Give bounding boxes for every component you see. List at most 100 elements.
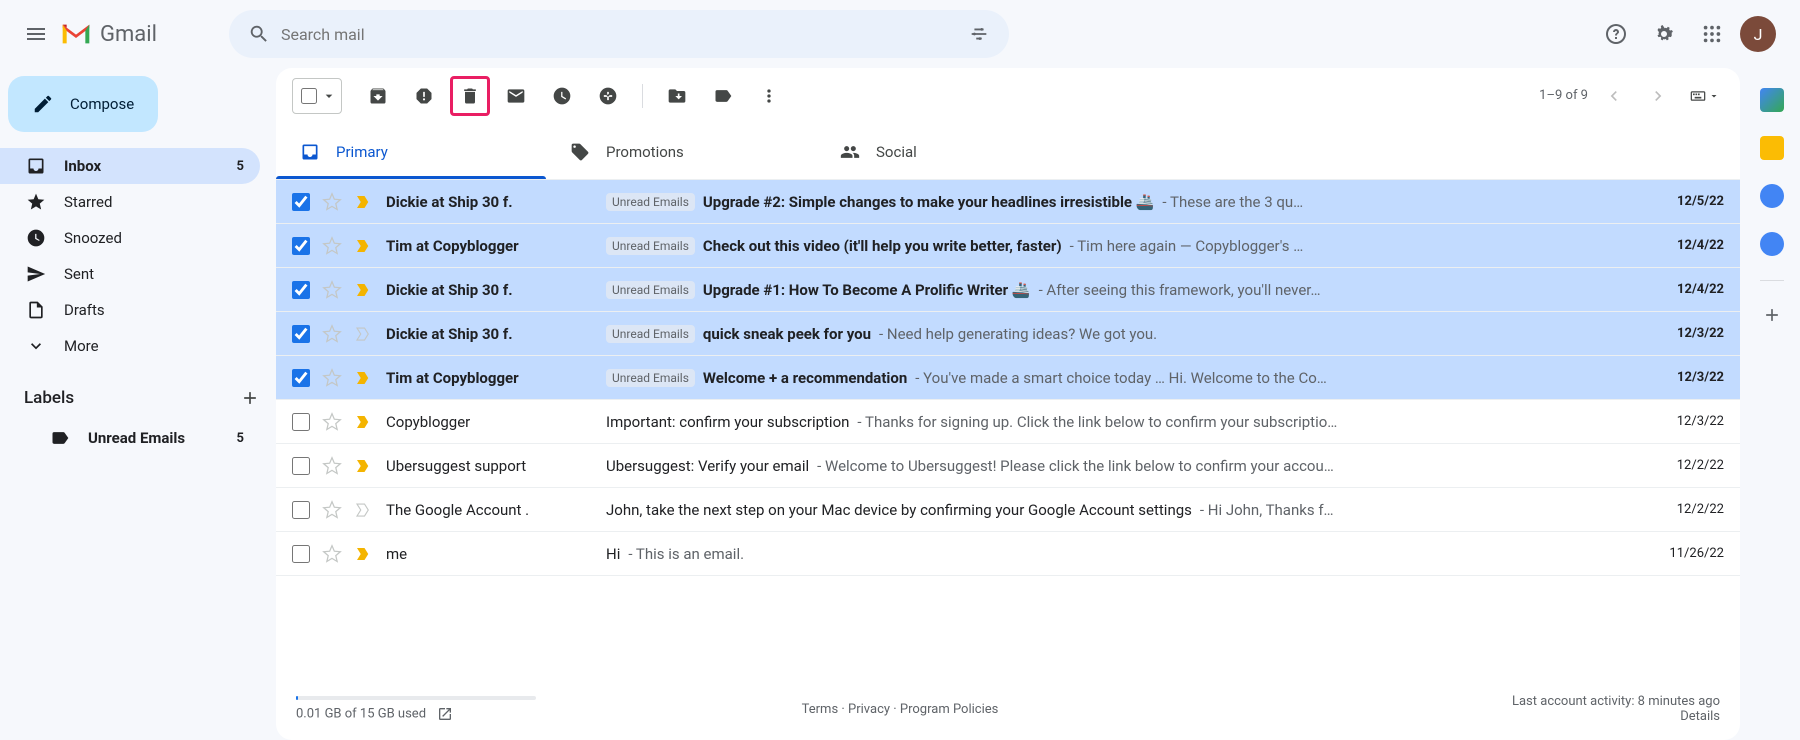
email-row[interactable]: Dickie at Ship 30 f.Unread EmailsUpgrade… [276,268,1740,312]
email-checkbox[interactable] [292,281,310,299]
importance-marker-icon[interactable] [354,413,372,431]
email-date: 12/2/22 [1644,502,1724,517]
email-date: 12/3/22 [1644,414,1724,429]
privacy-link[interactable]: Privacy [848,702,890,717]
email-snippet: - Tim here again — Copyblogger's … [1070,237,1304,255]
email-checkbox[interactable] [292,545,310,563]
email-sender: Dickie at Ship 30 f. [386,281,606,299]
archive-button[interactable] [358,76,398,116]
select-all-input[interactable] [301,88,317,104]
tab-icon [840,142,860,162]
mark-unread-button[interactable] [496,76,536,116]
email-snippet: - This is an email. [628,545,744,563]
importance-marker-icon[interactable] [354,237,372,255]
star-icon[interactable] [322,236,342,256]
snooze-button[interactable] [542,76,582,116]
star-icon[interactable] [322,500,342,520]
importance-marker-icon[interactable] [354,281,372,299]
email-row[interactable]: The Google Account .John, take the next … [276,488,1740,532]
nav-item-snoozed[interactable]: Snoozed [0,220,260,256]
email-row[interactable]: Dickie at Ship 30 f.Unread EmailsUpgrade… [276,180,1740,224]
star-icon[interactable] [322,544,342,564]
tab-social[interactable]: Social [816,124,1086,179]
nav-item-inbox[interactable]: Inbox5 [0,148,260,184]
importance-marker-icon[interactable] [354,501,372,519]
search-icon[interactable] [237,12,281,56]
email-checkbox[interactable] [292,325,310,343]
account-avatar[interactable]: J [1740,16,1776,52]
email-row[interactable]: meHi - This is an email.11/26/22 [276,532,1740,576]
terms-link[interactable]: Terms [802,702,839,717]
contacts-app-icon[interactable] [1760,232,1784,256]
email-checkbox[interactable] [292,193,310,211]
star-icon[interactable] [322,192,342,212]
email-row[interactable]: Tim at CopybloggerUnread EmailsWelcome +… [276,356,1740,400]
email-checkbox[interactable] [292,413,310,431]
email-date: 12/4/22 [1644,282,1724,297]
importance-marker-icon[interactable] [354,369,372,387]
input-tools-button[interactable] [1684,76,1724,116]
email-checkbox[interactable] [292,369,310,387]
email-row[interactable]: Tim at CopybloggerUnread EmailsCheck out… [276,224,1740,268]
nav-item-starred[interactable]: Starred [0,184,260,220]
nav-item-drafts[interactable]: Drafts [0,292,260,328]
select-all-checkbox[interactable] [292,78,342,114]
importance-marker-icon[interactable] [354,325,372,343]
compose-button[interactable]: Compose [8,76,158,132]
tasks-app-icon[interactable] [1760,184,1784,208]
email-checkbox[interactable] [292,237,310,255]
star-icon[interactable] [322,368,342,388]
main-menu-button[interactable] [16,14,56,54]
tab-promotions[interactable]: Promotions [546,124,816,179]
labels-button[interactable] [703,76,743,116]
delete-button[interactable] [450,76,490,116]
importance-marker-icon[interactable] [354,193,372,211]
add-to-tasks-button[interactable] [588,76,628,116]
importance-marker-icon[interactable] [354,457,372,475]
prev-page-button[interactable] [1596,78,1632,114]
settings-icon[interactable] [1644,14,1684,54]
email-label-chip: Unread Emails [606,369,695,387]
email-row[interactable]: Ubersuggest supportUbersuggest: Verify y… [276,444,1740,488]
email-checkbox[interactable] [292,501,310,519]
nav-item-more[interactable]: More [0,328,260,364]
move-to-button[interactable] [657,76,697,116]
apps-icon[interactable] [1692,14,1732,54]
star-icon[interactable] [322,412,342,432]
search-bar [229,10,1009,58]
search-input[interactable] [281,25,957,44]
report-spam-button[interactable] [404,76,444,116]
star-icon[interactable] [322,324,342,344]
email-subject: Upgrade #1: How To Become A Prolific Wri… [703,281,1031,299]
details-link[interactable]: Details [1680,709,1720,724]
search-options-icon[interactable] [957,12,1001,56]
gmail-logo-text: Gmail [100,22,157,47]
next-page-button[interactable] [1640,78,1676,114]
email-date: 12/2/22 [1644,458,1724,473]
more-button[interactable] [749,76,789,116]
label-item[interactable]: Unread Emails5 [24,420,260,456]
email-sender: Tim at Copyblogger [386,237,606,255]
email-row[interactable]: CopybloggerImportant: confirm your subsc… [276,400,1740,444]
tab-primary[interactable]: Primary [276,124,546,179]
star-icon[interactable] [322,280,342,300]
nav-item-sent[interactable]: Sent [0,256,260,292]
star-icon[interactable] [322,456,342,476]
email-checkbox[interactable] [292,457,310,475]
tab-icon [300,142,320,162]
add-app-button[interactable] [1762,305,1782,325]
storage-manage-icon[interactable] [437,706,453,722]
label-icon [50,428,70,448]
gmail-logo[interactable]: Gmail [60,22,157,47]
email-snippet: - Welcome to Ubersuggest! Please click t… [817,457,1334,475]
email-label-chip: Unread Emails [606,193,695,211]
email-date: 11/26/22 [1644,546,1724,561]
email-row[interactable]: Dickie at Ship 30 f.Unread Emailsquick s… [276,312,1740,356]
add-label-button[interactable] [240,388,260,408]
support-icon[interactable] [1596,14,1636,54]
policies-link[interactable]: Program Policies [900,702,998,717]
email-date: 12/5/22 [1644,194,1724,209]
keep-app-icon[interactable] [1760,136,1784,160]
calendar-app-icon[interactable] [1760,88,1784,112]
importance-marker-icon[interactable] [354,545,372,563]
